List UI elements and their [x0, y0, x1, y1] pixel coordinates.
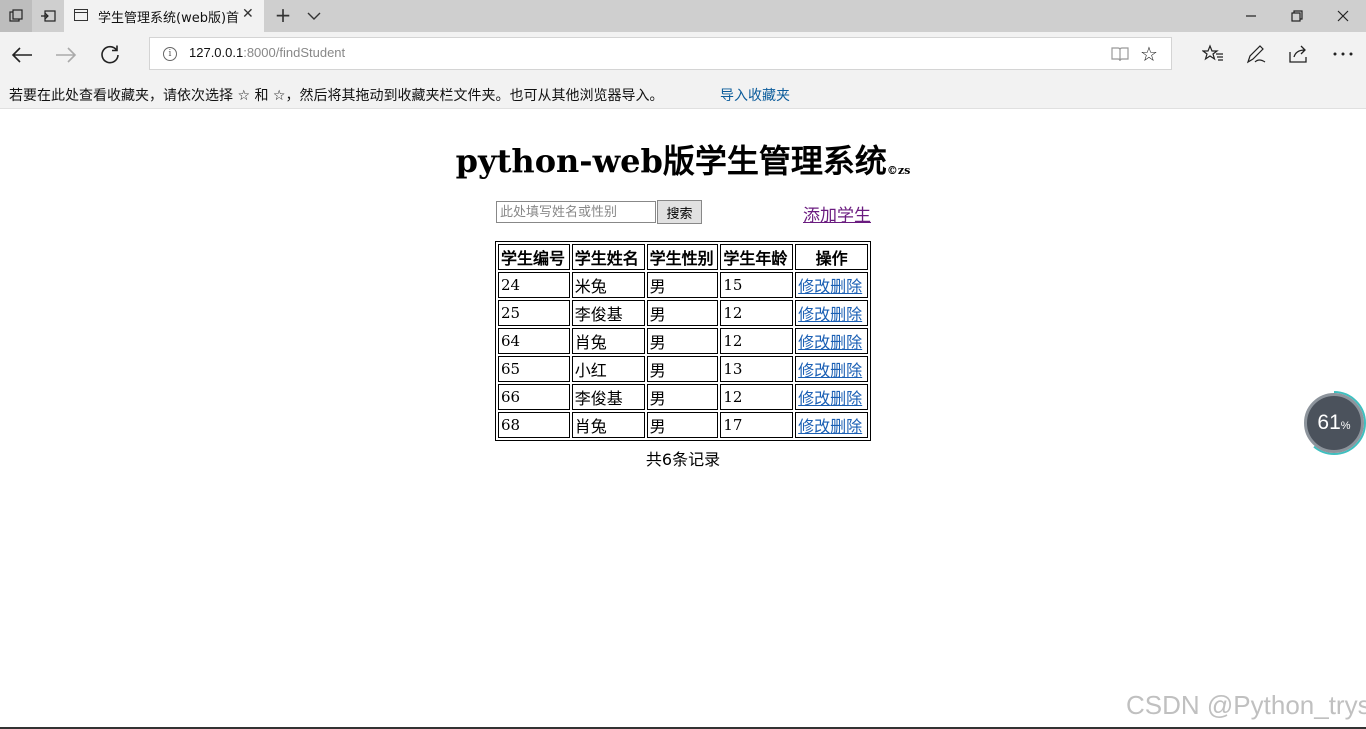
url-text: 127.0.0.1:8000/findStudent	[189, 45, 345, 60]
edit-link[interactable]: 修改	[798, 417, 830, 436]
student-table: 学生编号 学生姓名 学生性别 学生年龄 操作 24 米兔男 15 修改删除 25 李俊基男…	[495, 241, 871, 441]
import-favorites-link[interactable]: 导入收藏夹	[720, 85, 790, 105]
favorites-bar-message: 若要在此处查看收藏夹，请依次选择 ☆ 和 ☆，然后将其拖动到收藏夹栏文件夹。也可…	[9, 88, 664, 104]
cell-student-name: 李俊基	[571, 300, 645, 326]
cell-student-age: 15	[720, 272, 794, 298]
table-row: 64 肖兔男 12 修改删除	[498, 328, 868, 354]
performance-widget[interactable]: 61%	[1304, 393, 1364, 453]
header-actions: 操作	[795, 244, 868, 270]
more-options-icon[interactable]	[1329, 40, 1357, 68]
widget-value: 61	[1317, 411, 1341, 434]
refresh-icon[interactable]	[95, 40, 125, 70]
page-title-mark: ©zs	[886, 164, 911, 177]
cell-student-gender: 男	[646, 328, 719, 354]
cell-student-id: 25	[498, 300, 570, 326]
delete-link[interactable]: 删除	[830, 361, 862, 380]
header-student-age: 学生年龄	[720, 244, 794, 270]
delete-link[interactable]: 删除	[830, 333, 862, 352]
reading-view-icon[interactable]	[1111, 46, 1129, 62]
url-host: 127.0.0.1	[189, 45, 244, 60]
cell-student-gender: 男	[646, 300, 719, 326]
cell-student-age: 17	[720, 412, 794, 438]
cell-student-name: 李俊基	[571, 384, 645, 410]
table-row: 65 小红男 13 修改删除	[498, 356, 868, 382]
tab-bar: 学生管理系统(web版)首 ✕ +	[0, 0, 1366, 32]
forward-arrow-icon[interactable]	[51, 40, 81, 70]
cell-student-id: 66	[498, 384, 570, 410]
tab-title: 学生管理系统(web版)首	[98, 11, 240, 26]
cell-actions: 修改删除	[795, 384, 868, 410]
tab-actions-icon[interactable]	[0, 0, 32, 32]
table-row: 25 李俊基男 12 修改删除	[498, 300, 868, 326]
cell-student-age: 13	[720, 356, 794, 382]
search-button[interactable]: 搜索	[657, 200, 702, 224]
edit-link[interactable]: 修改	[798, 305, 830, 324]
table-header-row: 学生编号 学生姓名 学生性别 学生年龄 操作	[498, 244, 868, 270]
cell-student-id: 24	[498, 272, 570, 298]
cell-student-name: 肖兔	[571, 328, 645, 354]
cell-student-age: 12	[720, 328, 794, 354]
edit-link[interactable]: 修改	[798, 361, 830, 380]
record-count: 共6条记录	[645, 450, 721, 469]
header-student-id: 学生编号	[498, 244, 570, 270]
page-title-text: python-web版学生管理系统	[455, 142, 887, 180]
new-tab-icon[interactable]: +	[270, 3, 296, 27]
cell-student-age: 12	[720, 384, 794, 410]
url-path: :8000/findStudent	[243, 45, 346, 60]
table-row: 66 李俊基男 12 修改删除	[498, 384, 868, 410]
cell-actions: 修改删除	[795, 412, 868, 438]
edit-link[interactable]: 修改	[798, 333, 830, 352]
back-arrow-icon[interactable]	[7, 40, 37, 70]
tab-close-icon[interactable]: ✕	[242, 6, 254, 22]
cell-student-name: 米兔	[571, 272, 645, 298]
delete-link[interactable]: 删除	[830, 417, 862, 436]
table-row: 68 肖兔男 17 修改删除	[498, 412, 868, 438]
edit-link[interactable]: 修改	[798, 389, 830, 408]
tab-list-chevron-icon[interactable]	[303, 4, 325, 26]
cell-student-id: 68	[498, 412, 570, 438]
minimize-icon[interactable]	[1228, 0, 1274, 32]
page-title: python-web版学生管理系统©zs	[0, 136, 1366, 182]
favorites-bar: 若要在此处查看收藏夹，请依次选择 ☆ 和 ☆，然后将其拖动到收藏夹栏文件夹。也可…	[0, 77, 1366, 109]
delete-link[interactable]: 删除	[830, 305, 862, 324]
cell-student-gender: 男	[646, 356, 719, 382]
cell-student-name: 肖兔	[571, 412, 645, 438]
search-input[interactable]	[496, 201, 656, 223]
share-icon[interactable]	[1285, 40, 1313, 68]
site-info-icon[interactable]: i	[163, 47, 177, 61]
favorites-icon[interactable]	[1199, 40, 1227, 68]
edit-link[interactable]: 修改	[798, 277, 830, 296]
watermark: CSDN @Python_trys	[1126, 690, 1366, 720]
address-bar[interactable]: i 127.0.0.1:8000/findStudent ☆	[149, 37, 1172, 70]
cell-student-age: 12	[720, 300, 794, 326]
restore-icon[interactable]	[1274, 0, 1320, 32]
navigation-bar: i 127.0.0.1:8000/findStudent ☆	[0, 32, 1366, 77]
header-student-gender: 学生性别	[646, 244, 719, 270]
delete-link[interactable]: 删除	[830, 277, 862, 296]
header-student-name: 学生姓名	[571, 244, 645, 270]
cell-student-gender: 男	[646, 412, 719, 438]
cell-student-name: 小红	[571, 356, 645, 382]
cell-student-id: 65	[498, 356, 570, 382]
cell-actions: 修改删除	[795, 356, 868, 382]
cell-student-id: 64	[498, 328, 570, 354]
cell-actions: 修改删除	[795, 300, 868, 326]
active-tab[interactable]: 学生管理系统(web版)首 ✕	[64, 0, 264, 32]
set-tabs-aside-icon[interactable]	[32, 0, 64, 32]
table-row: 24 米兔男 15 修改删除	[498, 272, 868, 298]
add-favorite-star-icon[interactable]: ☆	[1140, 42, 1158, 66]
cell-student-gender: 男	[646, 384, 719, 410]
close-window-icon[interactable]	[1320, 0, 1366, 32]
page-icon	[74, 9, 88, 21]
pen-notes-icon[interactable]	[1242, 40, 1270, 68]
cell-actions: 修改删除	[795, 328, 868, 354]
delete-link[interactable]: 删除	[830, 389, 862, 408]
cell-actions: 修改删除	[795, 272, 868, 298]
widget-unit: %	[1340, 420, 1351, 432]
add-student-link[interactable]: 添加学生	[803, 201, 871, 226]
cell-student-gender: 男	[646, 272, 719, 298]
